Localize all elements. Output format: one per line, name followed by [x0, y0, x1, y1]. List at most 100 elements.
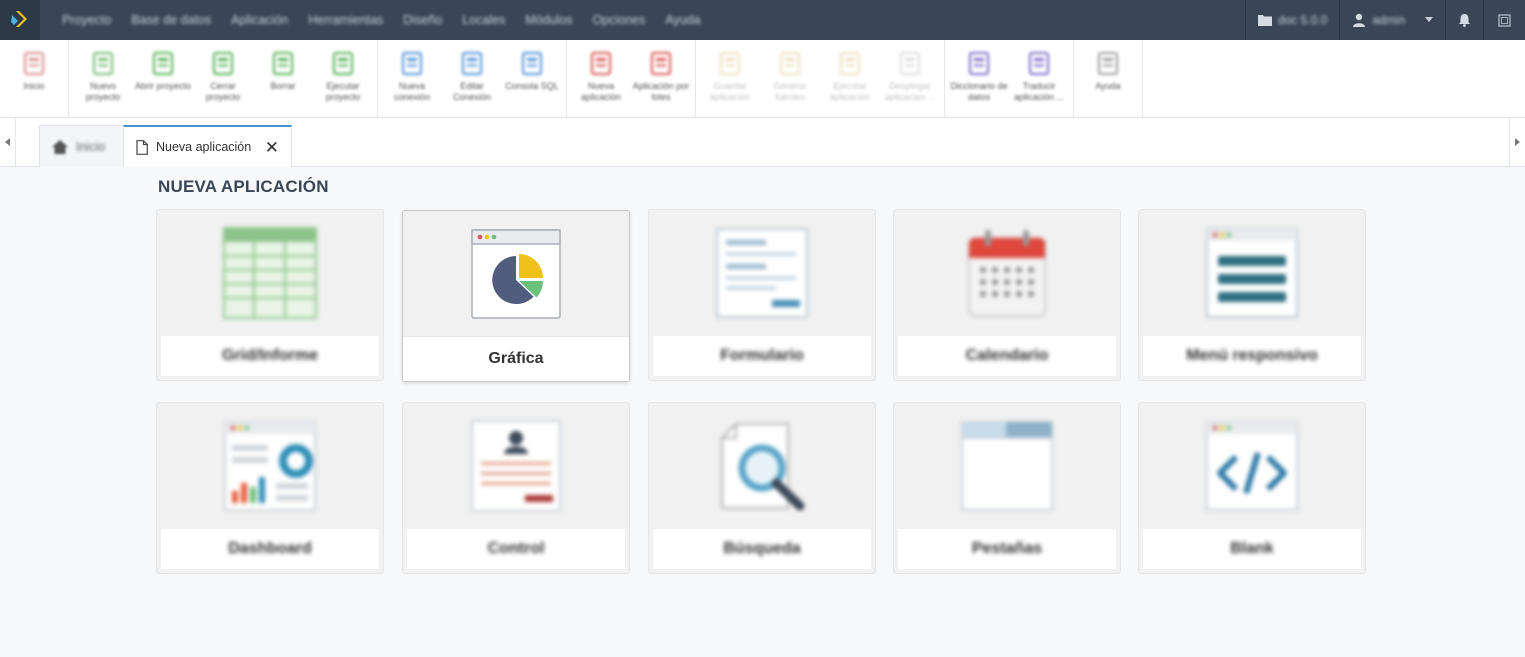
card-label: Formulario	[720, 347, 804, 364]
card-label: Calendario	[965, 347, 1049, 364]
toolbar-button-label: Borrar	[270, 81, 296, 91]
generate-source-icon	[780, 52, 800, 75]
sql-console-button[interactable]: Consola SQL	[502, 40, 562, 117]
form-icon	[716, 227, 808, 318]
data-dictionary-icon	[969, 52, 989, 75]
toolbar-button-label: Diccionario de datos	[950, 81, 1008, 102]
home-icon	[52, 139, 68, 154]
menu-item-ayuda[interactable]: Ayuda	[655, 13, 710, 27]
new-project-button[interactable]: Nuevo proyecto	[73, 40, 133, 117]
close-project-button[interactable]: Cerrar proyecto	[193, 40, 253, 117]
translate-app-icon	[1029, 52, 1049, 75]
card-label: Pestañas	[971, 540, 1043, 557]
app-type-card-blank[interactable]: Blank	[1138, 402, 1366, 574]
toolbar-button-label: Cerrar proyecto	[205, 81, 241, 102]
menu-item-herramientas[interactable]: Herramientas	[298, 13, 393, 27]
home-button[interactable]: Inicio	[4, 40, 64, 117]
run-project-button[interactable]: Ejecutar proyecto	[313, 40, 373, 117]
toolbar-group: Guardar aplicación Generar fuentes Ejecuta…	[696, 40, 945, 117]
tab-strip: Inicio Nueva aplicación ✕	[0, 118, 1525, 167]
toolbar-button-label: Guardar aplicación	[709, 81, 751, 102]
run-app-button: Ejecutar aplicación	[820, 40, 880, 117]
toolbar-button-label: Editar Conexión	[452, 81, 492, 102]
app-type-card-grid-informe[interactable]: Grid/Informe	[156, 209, 384, 381]
app-type-card-control[interactable]: Control	[402, 402, 630, 574]
open-project-button[interactable]: Abrir proyecto	[133, 40, 193, 117]
menu-item-locales[interactable]: Locales	[452, 13, 515, 27]
app-type-card-pestanas[interactable]: Pestañas	[893, 402, 1121, 574]
toolbar-button-label: Ejecutar aplicación	[829, 81, 871, 102]
run-app-icon	[840, 52, 860, 75]
toolbar-button-label: Generar fuentes	[773, 81, 807, 102]
card-label: Dashboard	[228, 540, 312, 557]
user-menu[interactable]: admin	[1340, 0, 1445, 40]
menubar-right: doc 5.0.0 admin	[1244, 0, 1525, 40]
page-title: NUEVA APLICACIÓN	[158, 177, 329, 196]
card-label: Menú responsivo	[1186, 347, 1318, 364]
app-type-card-calendario[interactable]: Calendario	[893, 209, 1121, 381]
help-icon	[1098, 52, 1118, 75]
card-label: Grid/Informe	[221, 347, 318, 364]
new-connection-button[interactable]: Nueva conexión	[382, 40, 442, 117]
menu-item-aplicacion[interactable]: Aplicación	[221, 13, 298, 27]
tab-nueva-aplicacion[interactable]: Nueva aplicación ✕	[123, 125, 292, 167]
app-type-card-grafica[interactable]: Gráfica	[402, 210, 630, 382]
menu-item-proyecto[interactable]: Proyecto	[52, 13, 121, 27]
toolbar-group: Ayuda	[1074, 40, 1143, 117]
app-type-card-menu-responsivo[interactable]: Menú responsivo	[1138, 209, 1366, 381]
new-app-button[interactable]: Nueva aplicación	[571, 40, 631, 117]
document-icon	[136, 139, 148, 155]
close-tab-icon[interactable]: ✕	[265, 139, 279, 156]
blank-code-icon	[1206, 420, 1298, 511]
new-connection-icon	[402, 52, 422, 75]
project-selector[interactable]: doc 5.0.0	[1246, 0, 1339, 40]
tab-inicio[interactable]: Inicio	[39, 125, 124, 167]
app-logo[interactable]	[0, 0, 40, 40]
toolbar-button-label: Aplicación por lotes	[632, 81, 690, 102]
tab-scroll-left-button[interactable]	[0, 118, 16, 166]
delete-button[interactable]: Borrar	[253, 40, 313, 117]
data-dictionary-button[interactable]: Diccionario de datos	[949, 40, 1009, 117]
fullscreen-button[interactable]	[1484, 0, 1525, 40]
menu-item-opciones[interactable]: Opciones	[583, 13, 656, 27]
toolbar-button-label: Ayuda	[1095, 81, 1121, 91]
bell-icon	[1459, 14, 1470, 27]
search-icon	[721, 422, 805, 510]
toolbar-button-label: Inicio	[23, 81, 45, 91]
delete-icon	[273, 52, 293, 75]
app-type-card-formulario[interactable]: Formulario	[648, 209, 876, 381]
toolbar-group: Diccionario de datos Traducir aplicación …	[945, 40, 1074, 117]
user-icon	[1353, 13, 1366, 27]
tab-scroll-right-button[interactable]	[1509, 118, 1525, 166]
card-label: Gráfica	[488, 350, 544, 367]
notifications-button[interactable]	[1446, 0, 1483, 40]
user-name: admin	[1372, 13, 1405, 27]
card-label: Búsqueda	[723, 540, 801, 557]
menu-item-diseno[interactable]: Diseño	[393, 13, 452, 27]
control-icon	[471, 419, 561, 512]
app-type-card-dashboard[interactable]: Dashboard	[156, 402, 384, 574]
top-menu-bar: Proyecto Base de datos Aplicación Herram…	[0, 0, 1525, 40]
toolbar-button-label: Abrir proyecto	[134, 81, 192, 91]
generate-source-button: Generar fuentes	[760, 40, 820, 117]
edit-connection-button[interactable]: Editar Conexión	[442, 40, 502, 117]
chevron-down-icon	[1425, 17, 1433, 22]
chevron-left-icon	[5, 138, 10, 146]
help-button[interactable]: Ayuda	[1078, 40, 1138, 117]
open-project-icon	[153, 52, 173, 75]
run-project-icon	[333, 52, 353, 75]
toolbar-button-label: Traducir aplicación ...	[1013, 81, 1065, 102]
new-project-icon	[93, 52, 113, 75]
logo-icon	[11, 11, 27, 27]
toolbar-button-label: Nueva conexión	[393, 81, 431, 102]
translate-app-button[interactable]: Traducir aplicación ...	[1009, 40, 1069, 117]
batch-app-button[interactable]: Aplicación por lotes	[631, 40, 691, 117]
menu-item-base-de-datos[interactable]: Base de datos	[121, 13, 221, 27]
deploy-app-button: Desplegar aplicación ...	[880, 40, 940, 117]
toolbar-button-label: Nuevo proyecto	[85, 81, 121, 102]
tab-label: Nueva aplicación	[156, 140, 252, 154]
menu-item-modulos[interactable]: Módulos	[515, 13, 582, 27]
toolbar-button-label: Consola SQL	[505, 81, 559, 91]
calendar-icon	[968, 229, 1046, 317]
app-type-card-busqueda[interactable]: Búsqueda	[648, 402, 876, 574]
